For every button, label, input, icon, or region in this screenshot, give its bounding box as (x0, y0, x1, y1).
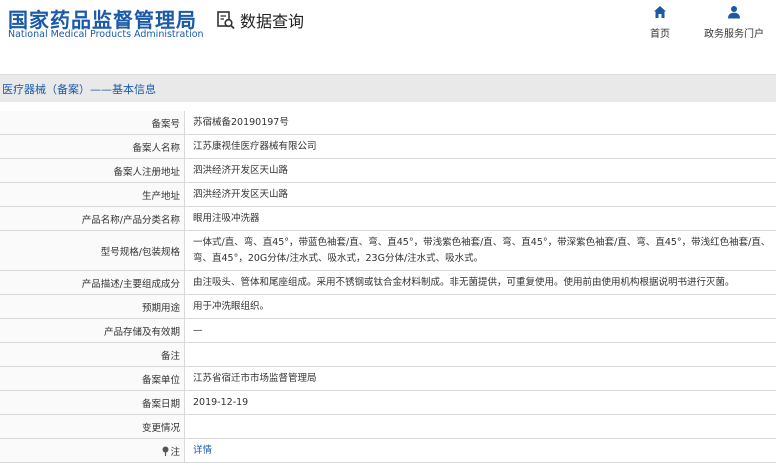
field-label: 备案人名称 (0, 134, 185, 159)
table-row: 注 详情 (0, 438, 776, 463)
table-row: 生产地址 泗洪经济开发区天山路 (0, 182, 776, 207)
field-label: 产品描述/主要组成成分 (0, 270, 185, 295)
field-label: 注 (170, 446, 180, 458)
table-row: 备案人名称 江苏康视佳医疗器械有限公司 (0, 134, 776, 159)
field-label: 备案人注册地址 (0, 158, 185, 183)
field-value: 泗洪经济开发区天山路 (184, 182, 776, 207)
table-row: 变更情况 (0, 414, 776, 439)
field-value: 2019-12-19 (184, 390, 776, 415)
table-row: 预期用途 用于冲洗眼组织。 (0, 294, 776, 319)
data-query-link[interactable]: 数据查询 (216, 8, 304, 32)
field-value: 一体式/直、弯、直45°，带蓝色袖套/直、弯、直45°，带浅紫色袖套/直、弯、直… (184, 230, 776, 271)
site-header: 国家药品监督管理局 National Medical Products Admi… (0, 0, 776, 48)
field-value: 眼用注吸冲洗器 (184, 206, 776, 231)
details-link[interactable]: 详情 (193, 445, 212, 456)
field-value: — (184, 318, 776, 343)
section-title: 医疗器械（备案）——基本信息 (2, 83, 156, 96)
field-label: 型号规格/包装规格 (0, 230, 185, 271)
data-query-label: 数据查询 (240, 12, 305, 31)
table-row: 备案号 苏宿械备20190197号 (0, 111, 776, 135)
nav-home[interactable]: 首页 (650, 5, 670, 40)
field-value: 泗洪经济开发区天山路 (184, 158, 776, 183)
table-row: 备注 (0, 342, 776, 367)
table-row: 备案单位 江苏省宿迁市市场监督管理局 (0, 366, 776, 391)
field-label: 备案日期 (0, 390, 185, 415)
field-label: 产品存储及有效期 (0, 318, 185, 343)
table-row: 备案日期 2019-12-19 (0, 390, 776, 415)
section-header: 医疗器械（备案）——基本信息 (0, 74, 776, 102)
record-info-table: 备案号 苏宿械备20190197号 备案人名称 江苏康视佳医疗器械有限公司 备案… (0, 111, 776, 463)
field-label: 生产地址 (0, 182, 185, 207)
table-row: 型号规格/包装规格 一体式/直、弯、直45°，带蓝色袖套/直、弯、直45°，带浅… (0, 230, 776, 271)
field-value: 由注吸头、管体和尾座组成。采用不锈钢或钛合金材料制成。非无菌提供，可重复使用。使… (184, 270, 776, 295)
nav-service-portal-label: 政务服务门户 (704, 29, 764, 40)
document-search-icon (217, 11, 235, 30)
field-value: 江苏省宿迁市市场监督管理局 (184, 366, 776, 391)
nav-service-portal[interactable]: 政务服务门户 (704, 5, 764, 40)
field-label: 变更情况 (0, 414, 185, 439)
field-value (184, 342, 776, 367)
field-label: 备案单位 (0, 366, 185, 391)
table-row: 产品名称/产品分类名称 眼用注吸冲洗器 (0, 206, 776, 231)
field-label: 备案号 (0, 111, 185, 135)
field-value (184, 414, 776, 439)
table-row: 产品描述/主要组成成分 由注吸头、管体和尾座组成。采用不锈钢或钛合金材料制成。非… (0, 270, 776, 295)
home-icon (654, 6, 666, 18)
site-logo-subtitle: National Medical Products Administration (8, 29, 204, 40)
field-value: 用于冲洗眼组织。 (184, 294, 776, 319)
field-value: 江苏康视佳医疗器械有限公司 (184, 134, 776, 159)
note-label-cell: 注 (0, 438, 185, 463)
user-icon (728, 6, 740, 19)
table-row: 产品存储及有效期 — (0, 318, 776, 343)
nav-home-label: 首页 (650, 29, 670, 40)
field-label: 备注 (0, 342, 185, 367)
field-label: 预期用途 (0, 294, 185, 319)
field-label: 产品名称/产品分类名称 (0, 206, 185, 231)
field-value: 苏宿械备20190197号 (184, 111, 776, 135)
table-row: 备案人注册地址 泗洪经济开发区天山路 (0, 158, 776, 183)
